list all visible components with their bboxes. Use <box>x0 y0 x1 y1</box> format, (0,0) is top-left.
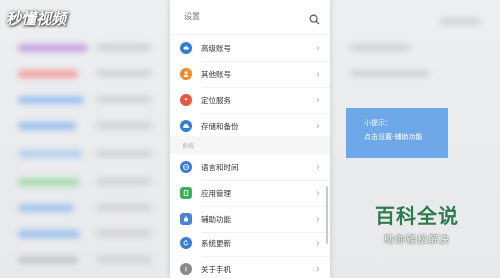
location-pin-icon <box>180 94 192 106</box>
item-label: 系统更新 <box>201 238 231 248</box>
blurred-row <box>18 96 84 104</box>
blurred-row <box>18 230 80 238</box>
blurred-row <box>96 44 152 51</box>
person-icon <box>180 68 192 80</box>
item-label: 高级账号 <box>201 43 231 53</box>
settings-panel: 设置 高级账号 › 其他账号 › 定位服务 › 存储和备份 › 系统 语言和时间… <box>170 0 330 278</box>
search-icon[interactable] <box>309 10 320 29</box>
tip-text: 点击设置-辅助功能 <box>364 133 423 141</box>
blurred-row <box>18 178 80 186</box>
blurred-row <box>96 150 152 157</box>
blurred-row <box>18 70 78 78</box>
app-manage-icon <box>180 187 192 199</box>
update-icon <box>180 237 192 249</box>
scrollbar[interactable] <box>326 186 328 244</box>
blurred-row <box>96 178 152 185</box>
chevron-right-icon: › <box>316 42 320 54</box>
settings-item-language-time[interactable]: 语言和时间 › <box>170 154 330 180</box>
cloud-account-icon <box>180 42 192 54</box>
blurred-row <box>96 204 152 211</box>
blurred-row <box>350 44 410 51</box>
tip-title: 小提示： <box>364 119 392 127</box>
page-title: 设置 <box>184 12 200 21</box>
section-label: 系统 <box>182 143 195 150</box>
brand-title: 百科全说 <box>375 204 459 228</box>
globe-icon <box>180 161 192 173</box>
section-header-system: 系统 <box>170 136 330 154</box>
blurred-row <box>96 96 152 103</box>
item-label: 辅助功能 <box>201 214 231 224</box>
brand-subtitle: 助你轻松解决 <box>384 235 450 246</box>
blurred-row <box>96 122 152 129</box>
info-icon <box>180 263 192 275</box>
chevron-right-icon: › <box>316 120 320 132</box>
brand-logo: 百科全说 助你轻松解决 <box>362 200 472 246</box>
blurred-row <box>350 70 430 77</box>
settings-item-accessibility[interactable]: 辅助功能 › <box>170 206 330 232</box>
blurred-row <box>18 150 82 158</box>
blurred-row <box>18 256 78 264</box>
item-label: 应用管理 <box>201 188 231 198</box>
item-label: 语言和时间 <box>201 162 239 172</box>
blurred-row <box>18 44 88 52</box>
blurred-row <box>96 70 152 77</box>
item-label: 关于手机 <box>201 264 231 274</box>
chevron-right-icon: › <box>316 94 320 106</box>
cloud-backup-icon <box>180 120 192 132</box>
settings-item-location[interactable]: 定位服务 › <box>170 87 330 113</box>
blurred-row <box>440 18 480 25</box>
chevron-right-icon: › <box>316 263 320 275</box>
chevron-right-icon: › <box>316 68 320 80</box>
settings-item-system-update[interactable]: 系统更新 › <box>170 230 330 256</box>
chevron-right-icon: › <box>316 161 320 173</box>
video-watermark: 秒懂视频 <box>6 10 67 28</box>
blurred-row <box>18 122 76 130</box>
item-label: 存储和备份 <box>201 121 239 131</box>
item-label: 定位服务 <box>201 95 231 105</box>
chevron-right-icon: › <box>316 213 320 225</box>
item-label: 其他账号 <box>201 69 231 79</box>
chevron-right-icon: › <box>316 237 320 249</box>
blurred-row <box>18 204 74 212</box>
settings-header: 设置 <box>170 0 330 35</box>
settings-item-cloud-account[interactable]: 高级账号 › <box>170 35 330 61</box>
settings-item-about-phone[interactable]: 关于手机 › <box>170 256 330 278</box>
chevron-right-icon: › <box>316 187 320 199</box>
settings-item-app-management[interactable]: 应用管理 › <box>170 180 330 206</box>
tip-card: 小提示： 点击设置-辅助功能 <box>346 108 448 158</box>
blurred-row <box>96 230 152 237</box>
settings-item-other-accounts[interactable]: 其他账号 › <box>170 61 330 87</box>
blurred-row <box>96 256 152 263</box>
hand-icon <box>180 213 192 225</box>
